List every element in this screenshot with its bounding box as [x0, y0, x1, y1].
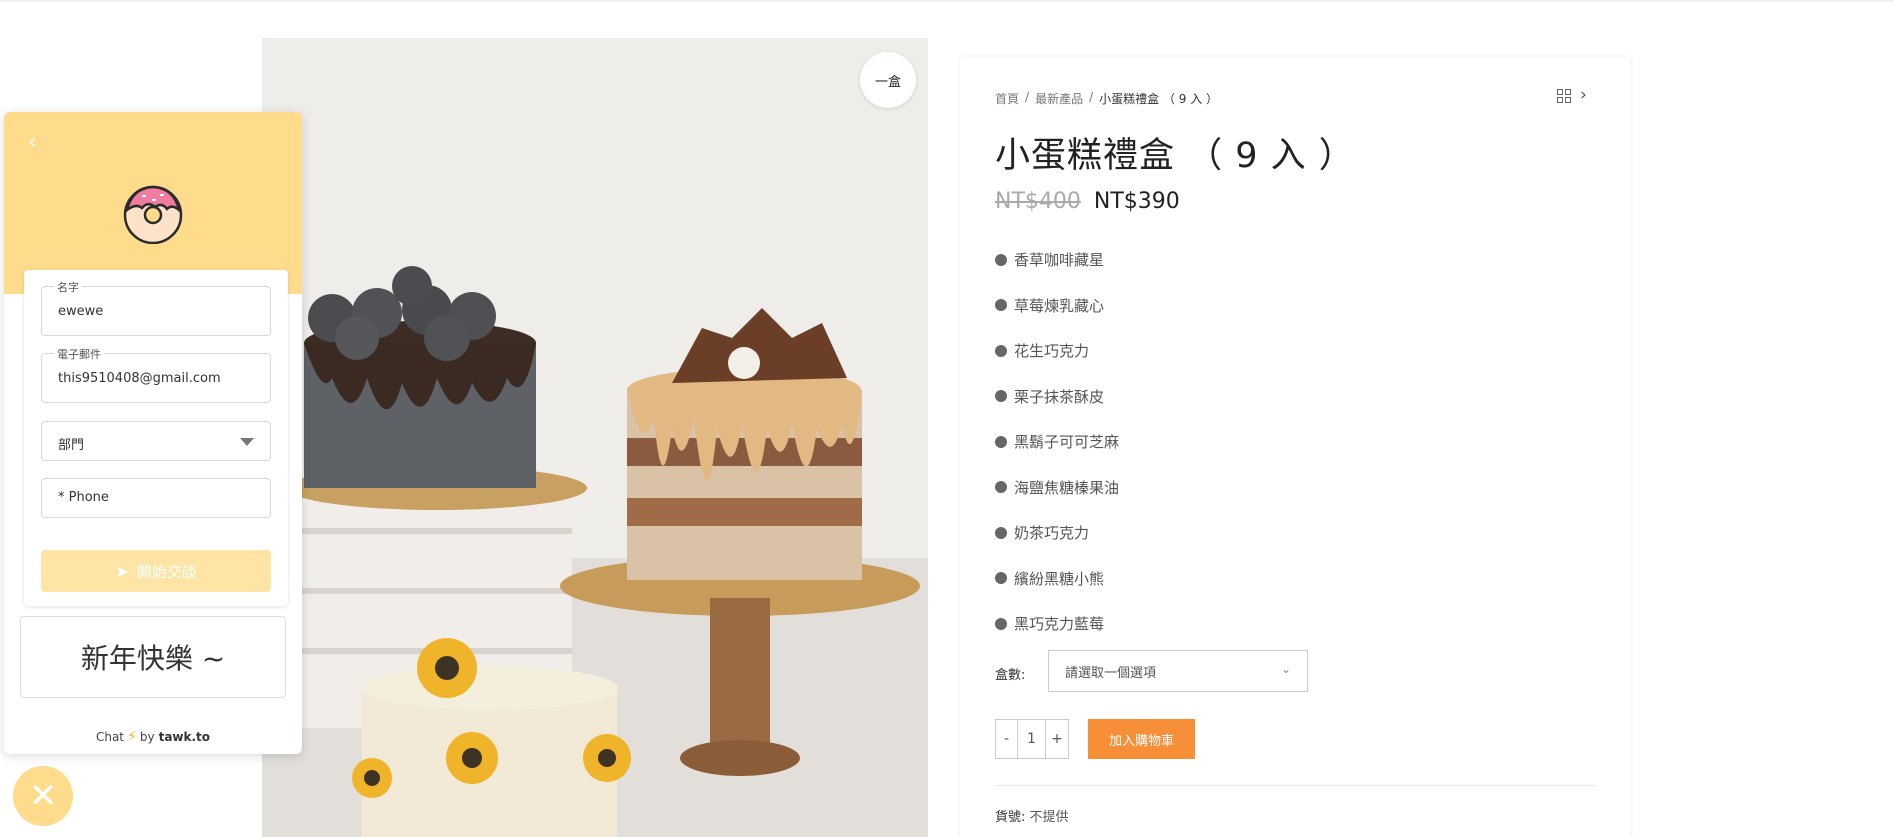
chat-header: ‹ [4, 112, 302, 294]
email-field[interactable]: 電子郵件 this9510408@gmail.com [41, 346, 271, 403]
flavor-text: 奶茶巧克力 [1014, 524, 1090, 543]
start-chat-button[interactable]: ➤ 開始交談 [41, 550, 271, 592]
list-item: 海鹽焦糖榛果油 [995, 465, 1119, 511]
tawk-brand: tawk.to [158, 730, 211, 744]
bullet-icon [995, 253, 1007, 266]
breadcrumb-separator: / [1025, 90, 1030, 104]
flavor-list: 香草咖啡藏星 草莓煉乳藏心 花生巧克力 栗子抹茶酥皮 黑鬍子可可芝麻 海鹽焦糖榛… [995, 237, 1119, 647]
flavor-text: 栗子抹茶酥皮 [1014, 387, 1105, 406]
list-item: 草莓煉乳藏心 [995, 283, 1119, 329]
product-info-panel: 首頁 / 最新產品 / 小蛋糕禮盒 （ 9 入 ） › 小蛋糕禮盒 （ 9 入 … [960, 57, 1630, 837]
box-count-select-value: 請選取一個選項 [1065, 665, 1157, 681]
original-price: NT$400 [995, 189, 1081, 214]
bullet-icon [995, 617, 1007, 630]
box-count-label: 盒數: [995, 668, 1026, 683]
name-field-value: ewewe [58, 304, 104, 319]
email-field-label: 電子郵件 [54, 346, 104, 362]
divider [995, 785, 1595, 786]
sale-price: NT$390 [1093, 189, 1180, 214]
chevron-left-icon[interactable]: ‹ [28, 130, 37, 155]
bullet-icon [995, 299, 1007, 312]
chat-greeting: 新年快樂 ~ [20, 616, 286, 698]
bullet-icon [995, 572, 1007, 585]
chat-greeting-text: 新年快樂 ~ [80, 642, 226, 675]
sku-row: 貨號: 不提供 [995, 806, 1069, 825]
start-chat-label: 開始交談 [136, 562, 197, 581]
lightning-icon: ⚡ [127, 729, 137, 745]
bullet-icon [995, 344, 1007, 357]
breadcrumb-home[interactable]: 首頁 [995, 90, 1019, 107]
list-item: 奶茶巧克力 [995, 510, 1119, 556]
top-divider [0, 0, 1894, 2]
chat-footer[interactable]: Chat ⚡ by tawk.to [4, 720, 302, 754]
caret-down-icon [240, 438, 254, 446]
quantity-stepper: - 1 + [995, 719, 1069, 759]
list-item: 黑巧克力藍莓 [995, 601, 1119, 647]
bullet-icon [995, 481, 1007, 494]
box-count-select[interactable]: 請選取一個選項 ⌄ [1048, 650, 1308, 692]
add-to-cart-button[interactable]: 加入購物車 [1088, 719, 1195, 759]
flavor-text: 黑鬍子可可芝麻 [1014, 433, 1120, 452]
chat-footer-prefix: Chat [95, 730, 125, 744]
list-item: 黑鬍子可可芝麻 [995, 419, 1119, 465]
list-item: 繽紛黑糖小熊 [995, 556, 1119, 602]
decrease-button[interactable]: - [996, 720, 1018, 758]
chevron-down-icon: ⌄ [1280, 662, 1291, 676]
bullet-icon [995, 435, 1007, 448]
flavor-text: 黑巧克力藍莓 [1014, 615, 1105, 634]
phone-field[interactable]: * Phone [41, 478, 271, 518]
grid-icon[interactable] [1557, 89, 1571, 103]
product-title: 小蛋糕禮盒 （ 9 入 ） [995, 136, 1355, 176]
breadcrumb-current: 小蛋糕禮盒 （ 9 入 ） [1099, 92, 1219, 106]
name-field-label: 名字 [54, 279, 82, 295]
close-icon: ✕ [28, 776, 58, 816]
close-chat-button[interactable]: ✕ [13, 766, 73, 826]
name-field[interactable]: 名字 ewewe [41, 279, 271, 336]
flavor-text: 草莓煉乳藏心 [1014, 296, 1105, 315]
badge-text: 一盒 [874, 74, 901, 90]
chevron-right-icon[interactable]: › [1580, 85, 1587, 105]
breadcrumb: 首頁 / 最新產品 / 小蛋糕禮盒 （ 9 入 ） [995, 90, 1218, 107]
chat-form: 名字 ewewe 電子郵件 this9510408@gmail.com 部門 *… [24, 270, 288, 606]
product-page: 一盒 ‹ 名字 ewewe 電子郵件 this9510408@gmail.com [0, 0, 1894, 837]
flavor-text: 海鹽焦糖榛果油 [1014, 478, 1120, 497]
list-item: 花生巧克力 [995, 328, 1119, 374]
bullet-icon [995, 390, 1007, 403]
quantity-badge: 一盒 [860, 52, 916, 108]
breadcrumb-separator: / [1089, 90, 1094, 104]
add-to-cart-label: 加入購物車 [1108, 733, 1174, 749]
donut-icon [123, 185, 183, 244]
list-item: 香草咖啡藏星 [995, 237, 1119, 283]
bullet-icon [995, 526, 1007, 539]
increase-button[interactable]: + [1046, 720, 1068, 758]
flavor-text: 花生巧克力 [1014, 342, 1090, 361]
flavor-text: 香草咖啡藏星 [1014, 251, 1105, 270]
product-image [262, 38, 928, 837]
department-select-value: 部門 [58, 438, 85, 453]
cake-photo [262, 38, 928, 837]
list-item: 栗子抹茶酥皮 [995, 374, 1119, 420]
chat-widget: ‹ 名字 ewewe 電子郵件 this9510408@gmail.com 部門 [4, 112, 302, 754]
email-field-value: this9510408@gmail.com [58, 371, 221, 386]
sku-value: 不提供 [1029, 810, 1069, 825]
sku-label: 貨號: [995, 810, 1026, 825]
product-price: NT$400 NT$390 [995, 189, 1180, 214]
department-select[interactable]: 部門 [41, 421, 271, 461]
phone-field-placeholder: * Phone [58, 490, 109, 505]
send-icon: ➤ [115, 561, 129, 581]
flavor-text: 繽紛黑糖小熊 [1014, 569, 1105, 588]
chat-footer-by: by [139, 730, 155, 744]
quantity-input[interactable]: 1 [1018, 720, 1046, 758]
breadcrumb-category[interactable]: 最新產品 [1035, 90, 1083, 107]
